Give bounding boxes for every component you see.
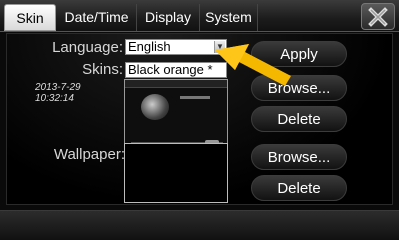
- delete-skin-button[interactable]: Delete: [251, 106, 347, 132]
- skins-value: Black orange *: [128, 62, 213, 77]
- close-button[interactable]: [361, 3, 395, 30]
- bottom-bar: [0, 210, 399, 240]
- delete-wallpaper-button[interactable]: Delete: [251, 175, 347, 201]
- tab-display[interactable]: Display: [137, 4, 200, 31]
- skin-time: 10:32:14: [35, 93, 74, 104]
- skin-date-text: 2013-7-29 10:32:14: [35, 82, 81, 104]
- wallpaper-label: Wallpaper:: [53, 146, 125, 163]
- skin-settings-panel: Language: English ▼ Skins: Black orange …: [6, 33, 393, 205]
- tab-bar: Skin Date/Time Display System: [0, 0, 399, 32]
- arrow-pointer-icon: [215, 44, 291, 86]
- preview-disc-icon: [141, 94, 169, 120]
- tab-date-time[interactable]: Date/Time: [57, 4, 137, 31]
- language-value: English: [128, 39, 171, 54]
- x-icon: [368, 6, 388, 27]
- settings-screen: Skin Date/Time Display System Language: …: [0, 0, 399, 240]
- skins-label: Skins:: [82, 61, 123, 78]
- skin-date: 2013-7-29: [35, 82, 81, 93]
- wallpaper-preview: [124, 143, 228, 203]
- browse-wallpaper-button[interactable]: Browse...: [251, 144, 347, 170]
- language-label: Language:: [52, 39, 123, 56]
- preview-title-bar: [180, 96, 210, 99]
- tab-skin[interactable]: Skin: [4, 4, 56, 31]
